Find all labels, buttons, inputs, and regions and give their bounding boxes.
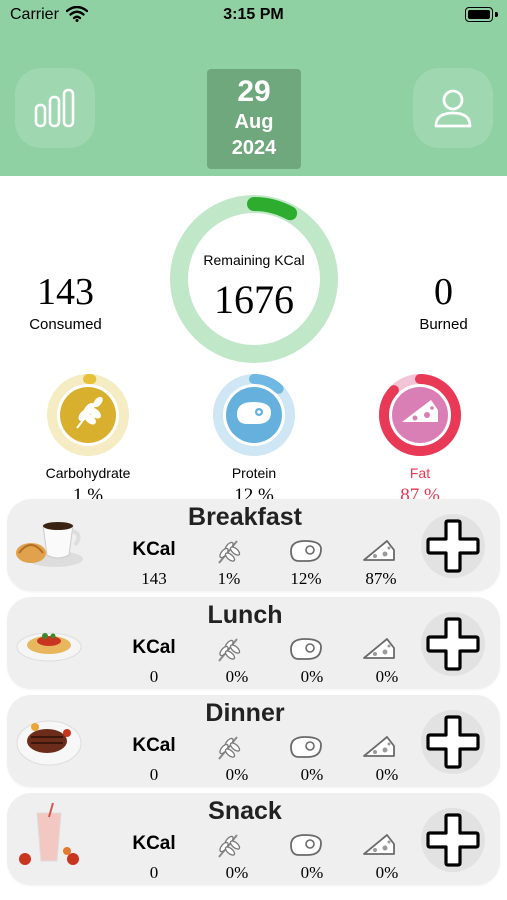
header: Carrier 3:15 PM 29 Aug 2024 [0, 0, 507, 176]
steak-icon [290, 638, 322, 660]
kcal-label: KCal [132, 735, 176, 756]
carb-value: 0% [225, 863, 249, 882]
remaining-value: 1676 [214, 277, 294, 322]
wheat-icon [217, 540, 242, 564]
cheese-icon [363, 736, 395, 757]
stats-button[interactable] [15, 68, 95, 148]
wheat-icon [217, 736, 242, 760]
burned-label: Burned [419, 316, 468, 333]
add-dinner-button[interactable] [421, 710, 485, 774]
date-selector[interactable]: 29 Aug 2024 [207, 69, 301, 169]
kcal-value: 143 [141, 569, 167, 588]
kcal-value: 0 [149, 667, 159, 686]
carb-value: 0% [225, 765, 249, 784]
fat-ring [379, 374, 461, 456]
protein-value: 12% [290, 569, 322, 588]
wheat-icon [217, 638, 242, 662]
lunch-photo [16, 632, 82, 662]
burned-value: 0 [434, 271, 453, 313]
steak-icon [290, 540, 322, 562]
status-bar: Carrier 3:15 PM [0, 0, 507, 32]
cheese-icon [363, 834, 395, 855]
consumed-label: Consumed [29, 316, 102, 333]
steak-icon [237, 402, 271, 424]
steak-icon [290, 834, 322, 856]
kcal-value: 0 [149, 765, 159, 784]
plus-icon [426, 617, 480, 671]
add-lunch-button[interactable] [421, 612, 485, 676]
plus-icon [426, 519, 480, 573]
kcal-label: KCal [132, 539, 176, 560]
battery-icon [465, 7, 493, 22]
protein-value: 0% [300, 667, 324, 686]
meal-title: Breakfast [188, 503, 302, 531]
fat-value: 0% [375, 863, 399, 882]
meal-title: Snack [208, 797, 282, 825]
meal-dinner[interactable]: Dinner KCal 0 0% 0% 0% [7, 695, 500, 787]
fat-value: 0% [375, 765, 399, 784]
steak-icon [290, 736, 322, 758]
carb-value: 0% [225, 667, 249, 686]
date-month: Aug [234, 111, 274, 133]
date-day: 29 [237, 75, 271, 108]
snack-photo [19, 802, 79, 865]
meal-title: Dinner [205, 699, 285, 727]
cheese-icon [363, 540, 395, 561]
carb-ring [47, 374, 129, 456]
status-time: 3:15 PM [223, 6, 284, 23]
consumed-value: 143 [37, 271, 94, 313]
protein-value: 0% [300, 765, 324, 784]
macro-fat: Fat 87 % [365, 372, 475, 507]
meal-title: Lunch [207, 601, 283, 629]
bar-chart-icon [34, 88, 75, 128]
protein-value: 0% [300, 863, 324, 882]
meal-breakfast[interactable]: Breakfast KCal 143 1% 12% 87% [7, 499, 500, 591]
dinner-photo [16, 720, 82, 766]
meal-snack[interactable]: Snack KCal 0 0% 0% 0% [7, 793, 500, 885]
meal-lunch[interactable]: Lunch KCal 0 0% 0% 0% [7, 597, 500, 689]
cheese-icon [363, 638, 395, 659]
kcal-label: KCal [132, 637, 176, 658]
plus-icon [426, 715, 480, 769]
add-breakfast-button[interactable] [421, 514, 485, 578]
macro-protein: Protein 12 % [199, 372, 309, 507]
fat-value: 0% [375, 667, 399, 686]
wheat-icon [217, 834, 242, 858]
protein-label: Protein [231, 465, 277, 481]
remaining-label: Remaining KCal [203, 252, 305, 268]
consumed-stat: 143 Consumed [18, 272, 113, 333]
breakfast-photo [16, 522, 83, 567]
person-icon [434, 89, 472, 128]
battery-tip [495, 12, 498, 17]
plus-icon [426, 813, 480, 867]
fat-value: 87% [365, 569, 397, 588]
carb-label: Carbohydrate [45, 465, 131, 481]
kcal-label: KCal [132, 833, 176, 854]
burned-stat: 0 Burned [396, 272, 491, 333]
profile-button[interactable] [413, 68, 493, 148]
add-snack-button[interactable] [421, 808, 485, 872]
carb-value: 1% [217, 569, 241, 588]
fat-label: Fat [409, 465, 431, 481]
date-year: 2024 [231, 137, 277, 159]
kcal-value: 0 [149, 863, 159, 882]
protein-ring [213, 374, 295, 456]
macro-carbohydrate: Carbohydrate 1 % [33, 372, 143, 507]
